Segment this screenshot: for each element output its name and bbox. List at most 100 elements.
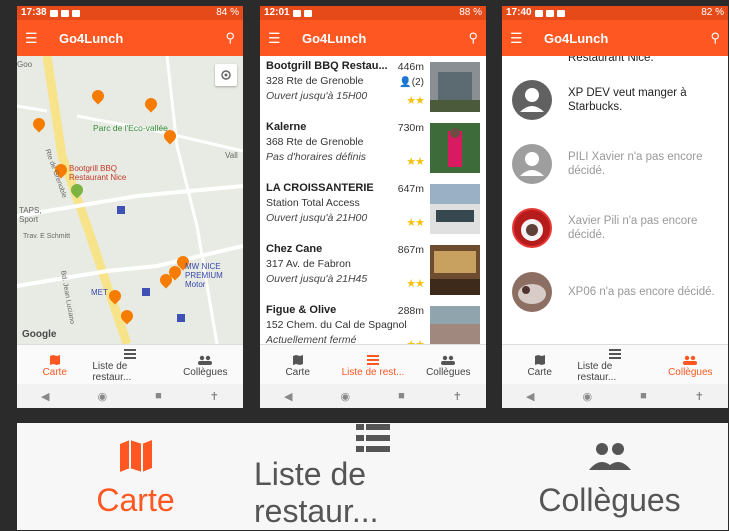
map-icon — [118, 434, 154, 478]
restaurant-row[interactable]: LA CROISSANTERIE Station Total Access Ou… — [260, 180, 486, 241]
status-time: 12:01 — [264, 7, 290, 18]
restaurant-photo — [430, 306, 480, 346]
recents-icon[interactable]: ■ — [640, 390, 647, 402]
notification-icon — [292, 9, 301, 17]
system-navigation: ◀ ◉ ■ ✝ — [260, 384, 486, 408]
app-title: Go4Lunch — [544, 30, 609, 46]
rating-stars: ★★ — [406, 95, 425, 107]
mail-icon — [71, 9, 80, 17]
people-icon — [198, 353, 213, 367]
accessibility-icon[interactable]: ✝ — [695, 390, 704, 403]
nav-collegues[interactable]: Collègues — [168, 345, 243, 385]
restaurant-row[interactable]: Figue & Olive 152 Chem. du Cal de Spagno… — [260, 302, 486, 346]
restaurant-marker[interactable] — [89, 87, 107, 106]
status-bar: 12:01 88 % — [260, 6, 486, 20]
selected-restaurant-marker[interactable] — [68, 181, 86, 200]
colleague-status: PILI Xavier n'a pas encore décidé. — [568, 151, 703, 177]
status-bar: 17:38 84 % — [17, 6, 243, 20]
restaurant-photo — [430, 123, 480, 173]
app-bar: ☰ Go4Lunch ⚲ — [17, 20, 243, 56]
map-label-taps: TAPS, Sport — [19, 206, 42, 224]
restaurant-marker[interactable] — [118, 307, 136, 326]
map-label-goo: Goo — [17, 60, 33, 69]
home-icon[interactable]: ◉ — [97, 390, 107, 403]
restaurant-row[interactable]: Kalerne 368 Rte de Grenoble Pas d'horair… — [260, 119, 486, 180]
map-roads — [17, 56, 243, 344]
system-navigation: ◀ ◉ ■ ✝ — [502, 384, 728, 408]
google-logo: Google — [22, 329, 57, 340]
map-icon — [292, 353, 304, 367]
notification-icon — [534, 9, 543, 17]
nav-liste-label: Liste de restaur... — [577, 361, 617, 383]
colleague-row[interactable]: XP06 n'a pas encore décidé. — [502, 260, 728, 324]
back-icon[interactable]: ◀ — [41, 390, 49, 403]
nav-collegues[interactable]: Collègues — [653, 345, 728, 385]
restaurant-marker[interactable] — [30, 115, 48, 134]
home-icon[interactable]: ◉ — [582, 390, 592, 403]
nav-collegues-label: Collègues — [668, 366, 713, 378]
workmates-count-value: (2) — [411, 77, 424, 88]
app-title: Go4Lunch — [59, 30, 124, 46]
restaurant-marker[interactable] — [142, 95, 160, 114]
zoom-nav-carte[interactable]: Carte — [17, 423, 254, 530]
map-label-vall: Vall — [225, 151, 238, 160]
default-avatar-icon — [512, 144, 552, 184]
nav-liste-label: Liste de rest... — [341, 366, 405, 378]
nav-liste[interactable]: Liste de rest... — [335, 345, 410, 385]
people-icon — [683, 353, 698, 367]
nav-carte[interactable]: Carte — [502, 345, 577, 385]
map-icon — [49, 353, 61, 367]
map-view[interactable]: Goo Vall Parc de l'Eco-vallée Bootgrill … — [17, 56, 243, 344]
nav-collegues[interactable]: Collègues — [411, 345, 486, 385]
home-icon[interactable]: ◉ — [340, 390, 350, 403]
menu-icon[interactable]: ☰ — [268, 30, 282, 47]
nav-carte[interactable]: Carte — [260, 345, 335, 385]
my-location-button[interactable] — [215, 64, 237, 86]
zoom-nav-collegues[interactable]: Collègues — [491, 423, 728, 530]
nav-carte[interactable]: Carte — [17, 345, 92, 385]
restaurant-distance: 288m — [397, 305, 424, 317]
colleague-row[interactable]: Xavier Pili n'a pas encore décidé. — [502, 196, 728, 260]
nav-liste-label: Liste de restaur... — [92, 361, 132, 383]
restaurant-row[interactable]: Bootgrill BBQ Restau... 328 Rte de Greno… — [260, 58, 486, 119]
back-icon[interactable]: ◀ — [526, 390, 534, 403]
crosshair-icon — [221, 70, 231, 80]
restaurant-marker[interactable] — [106, 287, 124, 306]
system-navigation: ◀ ◉ ■ ✝ — [17, 384, 243, 408]
colleague-row[interactable]: XP DEV veut manger à Starbucks. — [502, 68, 728, 132]
colleague-row[interactable]: PILI Xavier n'a pas encore décidé. — [502, 132, 728, 196]
restaurant-list: Bootgrill BBQ Restau... 328 Rte de Greno… — [260, 56, 486, 346]
nav-liste[interactable]: Liste de restaur... — [577, 345, 652, 385]
accessibility-icon[interactable]: ✝ — [210, 390, 219, 403]
notification-icon — [60, 9, 69, 17]
rating-stars: ★★ — [406, 217, 425, 229]
bottom-navigation: Carte Liste de restaur... Collègues — [17, 344, 243, 385]
zoom-nav-carte-label: Carte — [96, 482, 175, 518]
map-label-mw: MW NICE PREMIUM Motor — [185, 262, 223, 289]
search-icon[interactable]: ⚲ — [710, 30, 720, 46]
partial-colleague-text: Restaurant Nice. — [568, 56, 654, 64]
restaurant-photo — [430, 62, 480, 112]
menu-icon[interactable]: ☰ — [510, 30, 524, 47]
restaurant-row[interactable]: Chez Cane 317 Av. de Fabron Ouvert jusqu… — [260, 241, 486, 302]
restaurant-marker[interactable] — [157, 271, 175, 290]
accessibility-icon[interactable]: ✝ — [453, 390, 462, 403]
search-icon[interactable]: ⚲ — [468, 30, 478, 46]
restaurant-photo — [430, 184, 480, 234]
colleague-status: XP DEV veut manger à Starbucks. — [568, 87, 687, 113]
nav-collegues-label: Collègues — [183, 366, 228, 378]
nav-carte-label: Carte — [285, 366, 310, 378]
rating-stars: ★★ — [406, 156, 425, 168]
map-icon — [534, 353, 546, 367]
list-icon — [123, 347, 136, 361]
recents-icon[interactable]: ■ — [155, 390, 162, 402]
mail-icon — [556, 9, 565, 17]
zoom-nav-liste[interactable]: Liste de restaur... — [254, 423, 491, 530]
back-icon[interactable]: ◀ — [284, 390, 292, 403]
person-icon: 👤 — [399, 77, 412, 88]
search-icon[interactable]: ⚲ — [225, 30, 235, 46]
notification-icon — [49, 9, 58, 17]
nav-liste[interactable]: Liste de restaur... — [92, 345, 167, 385]
menu-icon[interactable]: ☰ — [25, 30, 39, 47]
recents-icon[interactable]: ■ — [398, 390, 405, 402]
